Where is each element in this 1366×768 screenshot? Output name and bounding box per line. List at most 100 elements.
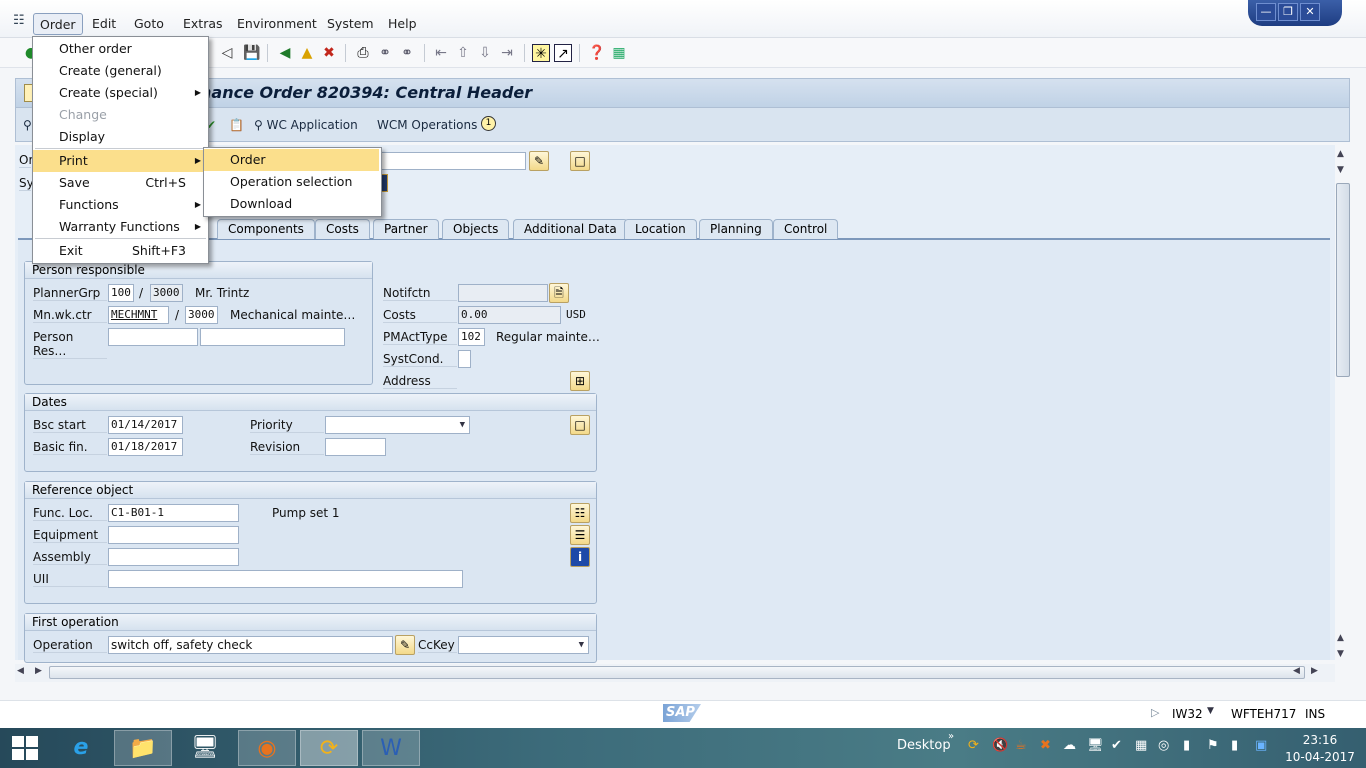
scroll-up-icon[interactable]: ▲ [1337,149,1344,159]
tab-components[interactable]: Components [217,219,315,239]
customize-layout-icon[interactable]: ▦ [610,44,628,62]
display-icon[interactable]: 🖥 [1087,738,1104,753]
operation-long-text-icon[interactable]: ✎ [395,635,415,655]
functional-location-input[interactable]: C1-B01-1 [108,504,239,522]
cancel-icon[interactable]: ✖ [320,44,338,62]
system-menu-icon[interactable]: ☷ [13,13,25,28]
pm-activity-type-input[interactable]: 102 [458,328,485,346]
equipment-input[interactable] [108,526,239,544]
word-icon[interactable]: W [362,730,420,766]
menu-environment[interactable]: Environment [231,13,323,35]
find-next-icon[interactable]: ⚭ [398,44,416,62]
menu-edit[interactable]: Edit [86,13,122,35]
tab-objects[interactable]: Objects [442,219,510,239]
menu-item-warranty-functions[interactable]: Warranty Functions ▶ [33,216,208,238]
tab-costs[interactable]: Costs [315,219,370,239]
menu-item-display[interactable]: Display [33,126,208,148]
excel-addin-icon[interactable]: ▦ [1135,738,1147,753]
scroll-down-icon[interactable]: ▼ [1337,165,1344,175]
uii-input[interactable] [108,570,463,588]
java-icon[interactable]: ☕ [1015,738,1027,753]
priority-select[interactable]: ▼ [325,416,470,434]
status-details-icon[interactable]: □ [570,151,590,171]
person-responsible-name-input[interactable] [200,328,345,346]
onedrive-icon[interactable]: ☁ [1063,738,1076,753]
info-icon[interactable]: i [570,547,590,567]
usb-device-icon[interactable]: ✔ [1111,738,1122,753]
start-button[interactable] [12,736,38,760]
show-more-icon[interactable]: » [948,731,954,742]
scroll-thumb[interactable] [49,666,1305,679]
menu-help[interactable]: Help [382,13,423,35]
control-key-select[interactable]: ▼ [458,636,589,654]
firefox-icon[interactable]: ◉ [238,730,296,766]
scroll-thumb[interactable] [1336,183,1350,377]
menu-item-print-order[interactable]: Order [204,149,379,171]
create-notification-icon[interactable]: 🗎 [549,283,569,303]
operation-input[interactable]: switch off, safety check [108,636,393,654]
back-icon[interactable]: ◀ [276,44,294,62]
display-object-icon[interactable]: ⚲ [23,118,32,132]
scroll-left-icon[interactable]: ◀ [1293,666,1300,676]
status-expand-icon[interactable]: ▷ [1151,706,1159,719]
long-text-edit-icon[interactable]: ✎ [529,151,549,171]
sap-logon-icon[interactable]: ⟳ [300,730,358,766]
tab-location[interactable]: Location [624,219,697,239]
find-icon[interactable]: ⚭ [376,44,394,62]
restore-icon[interactable]: ❐ [1278,3,1298,21]
assembly-input[interactable] [108,548,239,566]
work-center-input[interactable]: MECHMNT [108,306,169,324]
previous-page-icon[interactable]: ⇧ [454,44,472,62]
internet-explorer-icon[interactable]: e [52,730,110,766]
revision-input[interactable] [325,438,386,456]
menu-item-create-special[interactable]: Create (special) ▶ [33,82,208,104]
tab-control[interactable]: Control [773,219,839,239]
menu-item-create-general[interactable]: Create (general) [33,60,208,82]
scroll-up-icon[interactable]: ▲ [1337,633,1344,643]
clipboard-icon[interactable]: 📋 [229,118,244,132]
scroll-down-icon[interactable]: ▼ [1337,649,1344,659]
tab-additional-data[interactable]: Additional Data [513,219,628,239]
action-center-flag-icon[interactable]: ⚑ [1207,738,1219,753]
wc-application-button[interactable]: ⚲ WC Application [254,118,358,132]
wcm-operations-button[interactable]: WCM Operations [377,118,477,132]
person-responsible-input[interactable] [108,328,198,346]
save-icon[interactable]: 💾 [243,44,261,62]
system-info-dropdown-icon[interactable]: ▼ [1207,706,1214,716]
network-icon[interactable]: ▣ [1255,738,1267,753]
signal-icon[interactable]: ▮ [1231,738,1238,753]
scheduling-details-icon[interactable]: □ [570,415,590,435]
create-shortcut-icon[interactable]: ↗ [554,44,572,62]
help-icon[interactable]: ❓ [588,44,606,62]
desktop-toolbar-label[interactable]: Desktop [897,738,951,753]
first-page-icon[interactable]: ⇤ [432,44,450,62]
command-field-toggle-icon[interactable]: ◁ [218,44,236,62]
menu-item-other-order[interactable]: Other order [33,38,208,60]
system-condition-input[interactable] [458,350,471,368]
menu-extras[interactable]: Extras [177,13,229,35]
sap-tray-icon[interactable]: ⟳ [968,738,979,753]
antivirus-icon[interactable]: ✖ [1040,738,1051,753]
close-icon[interactable]: ✕ [1300,3,1320,21]
scroll-right-icon[interactable]: ▶ [1311,666,1318,676]
vertical-scrollbar[interactable]: ▲ ▼ ▲ ▼ [1335,145,1351,665]
order-description-input[interactable] [380,152,526,170]
scroll-right-icon[interactable]: ▶ [35,666,42,676]
exit-icon[interactable]: ▲ [298,44,316,62]
planner-group-input[interactable]: 100 [108,284,134,302]
create-session-icon[interactable]: ✳ [532,44,550,62]
menu-item-save[interactable]: Save Ctrl+S [33,172,208,194]
basic-finish-input[interactable]: 01/18/2017 [108,438,183,456]
file-explorer-icon[interactable]: 📁 [114,730,172,766]
menu-item-exit[interactable]: Exit Shift+F3 [33,240,208,262]
tab-partner[interactable]: Partner [373,219,439,239]
basic-start-input[interactable]: 01/14/2017 [108,416,183,434]
print-icon[interactable]: ⎙ [354,44,372,62]
scroll-left-icon[interactable]: ◀ [17,666,24,676]
last-page-icon[interactable]: ⇥ [498,44,516,62]
wireless-display-icon[interactable]: ◎ [1158,738,1169,753]
menu-order[interactable]: Order [33,13,83,35]
structure-list-icon[interactable]: ☰ [570,525,590,545]
menu-item-operation-selection[interactable]: Operation selection [204,171,379,193]
structure-hierarchy-icon[interactable]: ☷ [570,503,590,523]
